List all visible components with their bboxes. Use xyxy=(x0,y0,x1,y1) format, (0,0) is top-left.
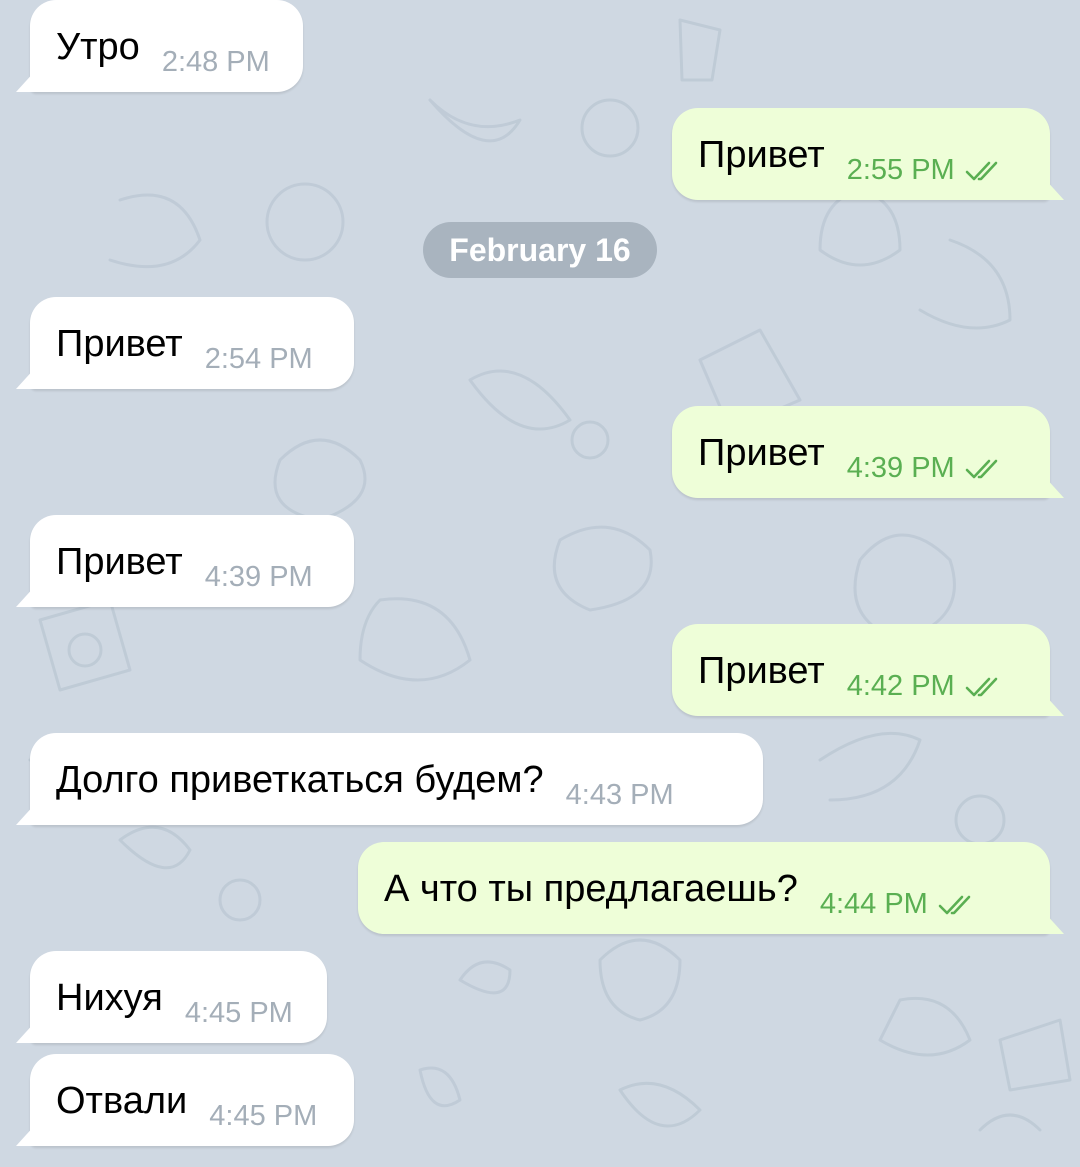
double-check-icon xyxy=(965,459,998,478)
message-time: 4:45 PM xyxy=(209,1100,318,1132)
message-bubble-incoming[interactable]: Привет 4:39 PM xyxy=(30,515,354,607)
message-text: Привет xyxy=(56,541,183,583)
message-meta: 2:54 PM xyxy=(205,297,313,374)
message-time: 4:39 PM xyxy=(204,561,313,593)
message-bubble-outgoing[interactable]: Привет 4:39 PM xyxy=(672,406,1050,498)
message-bubble-incoming[interactable]: Привет 2:54 PM xyxy=(30,297,354,389)
message-text: Привет xyxy=(698,134,825,176)
double-check-icon xyxy=(938,895,971,914)
date-separator: February 16 xyxy=(423,222,657,278)
message-time: 4:45 PM xyxy=(184,997,293,1029)
message-meta: 4:45 PM xyxy=(185,951,293,1028)
message-time: 4:43 PM xyxy=(565,779,674,811)
double-check-icon xyxy=(965,677,998,696)
message-text: Привет xyxy=(698,432,825,474)
message-text: Отвали xyxy=(56,1080,188,1122)
message-time: 2:54 PM xyxy=(204,343,313,375)
message-meta: 4:45 PM xyxy=(209,1054,317,1131)
message-text: Привет xyxy=(56,323,183,365)
message-bubble-incoming[interactable]: Нихуя 4:45 PM xyxy=(30,951,327,1043)
message-meta: 4:42 PM xyxy=(847,624,1005,701)
message-text: Долго приветкаться будем? xyxy=(56,759,544,801)
message-meta: 2:55 PM xyxy=(847,108,1005,185)
message-time: 4:42 PM xyxy=(846,670,955,702)
message-meta: 4:39 PM xyxy=(847,406,1005,483)
message-bubble-incoming[interactable]: Утро 2:48 PM xyxy=(30,0,303,92)
message-bubble-incoming[interactable]: Долго приветкаться будем? 4:43 PM xyxy=(30,733,763,825)
message-bubble-outgoing[interactable]: Привет 2:55 PM xyxy=(672,108,1050,200)
message-bubble-outgoing[interactable]: Привет 4:42 PM xyxy=(672,624,1050,716)
message-bubble-outgoing[interactable]: А что ты предлагаешь? 4:44 PM xyxy=(358,842,1050,934)
message-list[interactable]: Утро 2:48 PM Привет 2:55 PM February 16 … xyxy=(0,0,1080,1167)
message-text: Нихуя xyxy=(56,977,163,1019)
message-bubble-incoming[interactable]: Отвали 4:45 PM xyxy=(30,1054,354,1146)
message-meta: 4:43 PM xyxy=(566,733,674,810)
message-meta: 2:48 PM xyxy=(162,0,270,77)
message-time: 2:55 PM xyxy=(846,154,955,186)
message-text: А что ты предлагаешь? xyxy=(384,868,798,910)
message-text: Утро xyxy=(56,26,140,68)
double-check-icon xyxy=(965,161,998,180)
message-meta: 4:39 PM xyxy=(205,515,313,592)
message-time: 4:44 PM xyxy=(819,888,928,920)
message-text: Привет xyxy=(698,650,825,692)
message-time: 4:39 PM xyxy=(846,452,955,484)
message-meta: 4:44 PM xyxy=(820,842,978,919)
message-time: 2:48 PM xyxy=(161,46,270,78)
